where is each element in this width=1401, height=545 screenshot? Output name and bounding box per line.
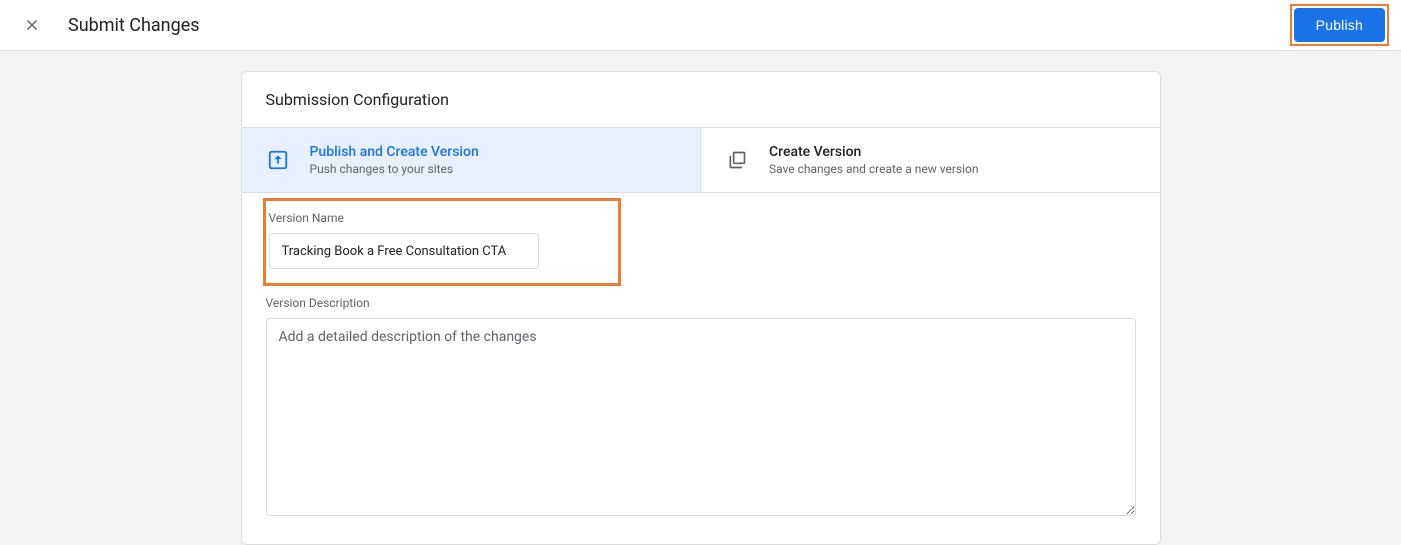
option-title: Publish and Create Version: [310, 144, 479, 160]
submission-card: Submission Configuration Publish and Cre…: [241, 71, 1161, 545]
option-text: Publish and Create Version Push changes …: [310, 144, 479, 176]
version-name-input[interactable]: [269, 233, 539, 269]
version-description-label: Version Description: [266, 296, 1136, 310]
version-description-input[interactable]: [266, 318, 1136, 516]
option-publish-and-create[interactable]: Publish and Create Version Push changes …: [242, 128, 702, 192]
publish-button[interactable]: Publish: [1294, 8, 1385, 42]
option-subtitle: Push changes to your sites: [310, 162, 479, 176]
close-icon: [23, 16, 41, 34]
version-name-highlight: Version Name: [263, 198, 621, 286]
copy-stack-icon: [725, 148, 749, 172]
page-title: Submit Changes: [68, 15, 200, 36]
submission-options: Publish and Create Version Push changes …: [242, 128, 1160, 193]
form-area: Version Name Version Description: [242, 193, 1160, 544]
close-button[interactable]: [20, 13, 44, 37]
option-text: Create Version Save changes and create a…: [769, 144, 978, 176]
option-subtitle: Save changes and create a new version: [769, 162, 978, 176]
dialog-header: Submit Changes Publish: [0, 0, 1401, 51]
upload-icon: [266, 148, 290, 172]
version-name-label: Version Name: [269, 211, 615, 225]
option-title: Create Version: [769, 144, 978, 160]
card-heading: Submission Configuration: [242, 72, 1160, 128]
header-left: Submit Changes: [20, 13, 200, 37]
publish-highlight: Publish: [1290, 4, 1389, 46]
body-area: Submission Configuration Publish and Cre…: [0, 51, 1401, 545]
version-description-block: Version Description: [266, 296, 1136, 520]
option-create-version[interactable]: Create Version Save changes and create a…: [701, 128, 1160, 192]
